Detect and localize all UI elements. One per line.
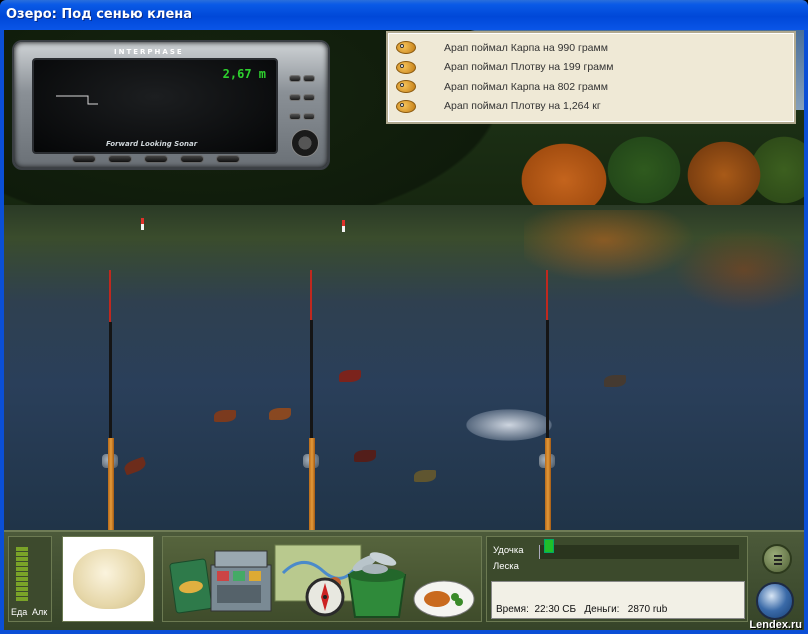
watermark: Lendex.ru: [749, 619, 802, 631]
dough-bait-icon: [73, 549, 145, 609]
sonar-key[interactable]: [289, 113, 301, 120]
money-label: Деньги:: [584, 604, 620, 615]
window-titlebar[interactable]: Озеро: Под сенью клена: [0, 0, 808, 30]
fish-plate-icon[interactable]: [411, 575, 477, 621]
time-money-text: Время: 22:30 СБ Деньги: 2870 rub: [496, 604, 667, 615]
food-meter-segment: [16, 547, 28, 551]
food-meter-segment: [16, 562, 28, 566]
floating-leaf-icon: [354, 450, 376, 462]
floating-leaf-icon: [269, 408, 291, 420]
catch-log-entry: Арап поймал Карпа на 802 грамм: [392, 77, 794, 97]
bobber-1[interactable]: [141, 218, 144, 230]
sonar-key[interactable]: [303, 113, 315, 120]
sonar-key[interactable]: [289, 94, 301, 101]
catch-log-entry: Арап поймал Плотву на 199 грамм: [392, 58, 794, 78]
sonar-dpad-icon[interactable]: [291, 129, 319, 157]
sonar-device-icon[interactable]: INTERPHASE 2,67 m Forward Looking Sonar: [12, 40, 330, 170]
rod-2-handle[interactable]: [309, 438, 315, 530]
window-frame-bottom: [0, 630, 808, 634]
bobber-2[interactable]: [342, 220, 345, 232]
sonar-keypad: [288, 68, 324, 157]
food-meter-segment: [16, 597, 28, 601]
time-money-box: Время: 22:30 СБ Деньги: 2870 rub: [491, 581, 745, 619]
time-value: 22:30 СБ: [534, 604, 577, 615]
catch-log-text: Арап поймал Карпа на 802 грамм: [444, 80, 608, 93]
floating-leaf-icon: [339, 370, 361, 382]
status-panel: Удочка Леска Время: 22:30 СБ Деньги: 287…: [486, 536, 748, 622]
fish-bucket-icon[interactable]: [341, 541, 413, 621]
floating-leaf-icon: [604, 375, 626, 387]
rod-3-blank: [546, 320, 549, 440]
food-meter-segment: [16, 557, 28, 561]
catch-log-text: Арап поймал Плотву на 1,264 кг: [444, 100, 601, 113]
rod-tension-fill: [544, 539, 554, 553]
sonar-screen: 2,67 m Forward Looking Sonar: [32, 58, 278, 154]
money-value: 2870 rub: [627, 604, 668, 615]
food-meter-segment: [16, 592, 28, 596]
food-meter-segment: [16, 572, 28, 576]
rod-1-tip: [109, 270, 111, 325]
line-label: Леска: [493, 561, 519, 572]
fish-icon: [392, 39, 418, 56]
rod-1-handle[interactable]: [108, 438, 114, 530]
forest-reflection: [524, 210, 804, 330]
catch-log-text: Арап поймал Плотву на 199 грамм: [444, 61, 614, 74]
bait-slot[interactable]: [62, 536, 154, 622]
sonar-key[interactable]: [289, 75, 301, 82]
food-meter: [16, 546, 28, 601]
sonar-depth-readout: 2,67 m: [222, 67, 266, 81]
catch-log-entry: Арап поймал Карпа на 990 грамм: [392, 38, 794, 58]
sonar-button[interactable]: [180, 155, 204, 163]
alcohol-label: Алк: [32, 607, 48, 617]
food-meter-segment: [16, 567, 28, 571]
sonar-trace: [56, 95, 98, 105]
food-meter-segment: [16, 577, 28, 581]
sonar-button[interactable]: [144, 155, 168, 163]
catch-log: Арап поймал Карпа на 990 грамм Арап пойм…: [386, 31, 796, 124]
menu-icon[interactable]: [762, 544, 792, 574]
bottom-panel: Еда Алк Удочка Леска Время: 22:30 СБ Ден…: [4, 530, 804, 630]
sonar-caption: Forward Looking Sonar: [106, 140, 198, 148]
food-meter-segment: [16, 587, 28, 591]
floating-leaf-icon: [414, 470, 436, 482]
sonar-key[interactable]: [303, 94, 315, 101]
catch-log-entry: Арап поймал Плотву на 1,264 кг: [392, 97, 794, 117]
rod-3-handle[interactable]: [545, 438, 551, 530]
meters-box: Еда Алк: [8, 536, 52, 622]
fish-icon: [392, 59, 418, 76]
food-meter-segment: [16, 582, 28, 586]
window-frame-right: [804, 30, 808, 634]
sonar-button[interactable]: [108, 155, 132, 163]
cloud-reflection: [444, 400, 574, 450]
sonar-button[interactable]: [216, 155, 240, 163]
sonar-key[interactable]: [303, 75, 315, 82]
catch-log-text: Арап поймал Карпа на 990 грамм: [444, 41, 608, 54]
rod-1-blank: [109, 322, 112, 440]
rod-3-tip: [546, 270, 548, 322]
rod-2-tip: [310, 270, 312, 322]
rod-tension-gauge: [539, 539, 739, 559]
sonar-brand: INTERPHASE: [114, 48, 184, 56]
fish-icon: [392, 98, 418, 115]
tackle-box-icon[interactable]: [207, 543, 277, 619]
window-title: Озеро: Под сенью клена: [6, 7, 193, 22]
sonar-button[interactable]: [72, 155, 96, 163]
rod-2-blank: [310, 320, 313, 440]
rod-label: Удочка: [493, 545, 524, 556]
fish-icon: [392, 78, 418, 95]
floating-leaf-icon: [214, 410, 236, 422]
food-meter-segment: [16, 552, 28, 556]
food-label: Еда: [11, 607, 28, 617]
time-label: Время:: [496, 604, 529, 615]
sonar-soft-buttons: [72, 155, 240, 163]
globe-icon[interactable]: [756, 582, 794, 620]
inventory-tray: [162, 536, 482, 622]
